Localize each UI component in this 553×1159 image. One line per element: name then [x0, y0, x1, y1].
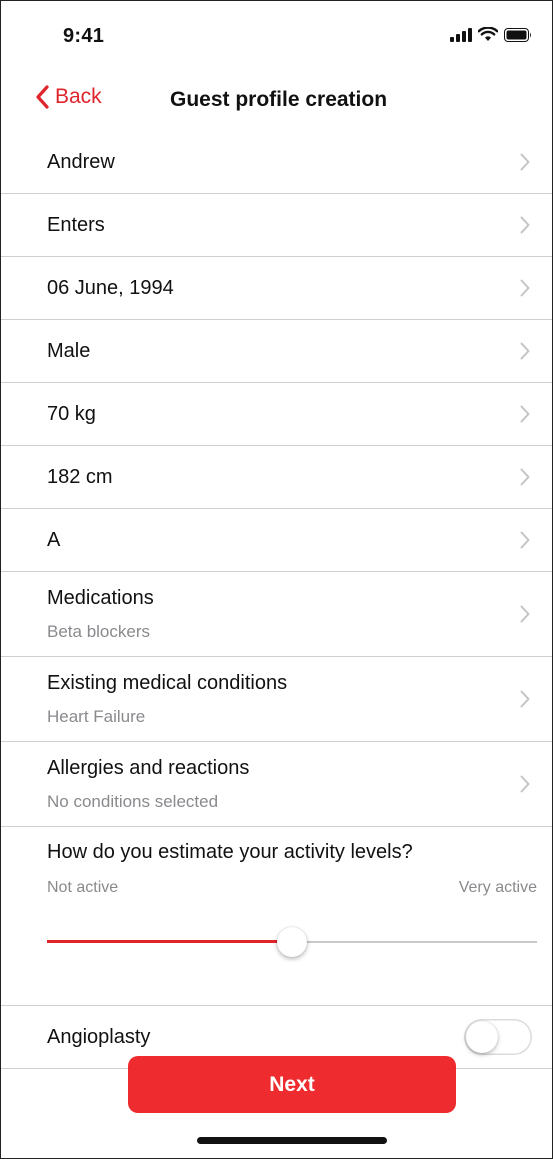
angioplasty-toggle[interactable]: [464, 1019, 532, 1055]
home-indicator: [197, 1137, 387, 1144]
cellular-signal-icon: [450, 27, 472, 42]
activity-min-label: Not active: [47, 879, 119, 896]
chevron-right-icon: [520, 775, 530, 793]
chevron-right-icon: [520, 342, 530, 360]
row-value: A: [47, 529, 61, 551]
chevron-right-icon: [520, 531, 530, 549]
birth-date-row[interactable]: 06 June, 1994: [1, 257, 552, 320]
chevron-left-icon: [36, 85, 49, 109]
row-value: Andrew: [47, 151, 115, 173]
page-title: Guest profile creation: [170, 88, 388, 111]
chevron-right-icon: [520, 405, 530, 423]
slider-fill: [47, 940, 292, 943]
toggle-knob: [466, 1021, 498, 1053]
row-value: Male: [47, 340, 91, 362]
gender-row[interactable]: Male: [1, 320, 552, 383]
row-subtitle: No conditions selected: [47, 792, 219, 811]
activity-question: How do you estimate your activity levels…: [47, 841, 413, 863]
row-title: Existing medical conditions: [47, 672, 288, 694]
row-value: 06 June, 1994: [47, 277, 174, 299]
back-button[interactable]: Back: [35, 85, 102, 109]
activity-max-label: Very active: [458, 879, 537, 896]
height-row[interactable]: 182 cm: [1, 446, 552, 509]
chevron-right-icon: [520, 690, 530, 708]
profile-form-list: Andrew Enters 06 June, 1994 Male 70 kg 1…: [1, 131, 552, 1069]
slider-thumb[interactable]: [277, 927, 307, 957]
chevron-right-icon: [520, 279, 530, 297]
blood-type-row[interactable]: A: [1, 509, 552, 572]
chevron-right-icon: [520, 468, 530, 486]
row-value: 70 kg: [47, 403, 96, 425]
back-label: Back: [55, 85, 102, 108]
row-value: 182 cm: [47, 466, 113, 488]
row-value: Enters: [47, 214, 105, 236]
chevron-right-icon: [520, 216, 530, 234]
angioplasty-label: Angioplasty: [47, 1026, 151, 1048]
first-name-row[interactable]: Andrew: [1, 131, 552, 194]
status-icons: [450, 27, 532, 42]
navigation-bar: Back Guest profile creation: [1, 79, 552, 131]
phone-screen: 9:41 Back Guest profile creation Andrew …: [0, 0, 553, 1159]
weight-row[interactable]: 70 kg: [1, 383, 552, 446]
next-button[interactable]: Next: [128, 1056, 456, 1113]
chevron-right-icon: [520, 605, 530, 623]
allergies-row[interactable]: Allergies and reactions No conditions se…: [1, 742, 552, 827]
battery-icon: [504, 27, 531, 42]
status-bar: 9:41: [1, 1, 552, 79]
row-subtitle: Heart Failure: [47, 707, 146, 726]
medical-conditions-row[interactable]: Existing medical conditions Heart Failur…: [1, 657, 552, 742]
activity-level-section: How do you estimate your activity levels…: [1, 827, 552, 1006]
wifi-icon: [478, 27, 498, 41]
row-title: Medications: [47, 587, 154, 609]
activity-slider[interactable]: [47, 927, 537, 957]
row-subtitle: Beta blockers: [47, 622, 150, 641]
last-name-row[interactable]: Enters: [1, 194, 552, 257]
status-time: 9:41: [63, 25, 105, 47]
medications-row[interactable]: Medications Beta blockers: [1, 572, 552, 657]
row-title: Allergies and reactions: [47, 757, 250, 779]
chevron-right-icon: [520, 153, 530, 171]
